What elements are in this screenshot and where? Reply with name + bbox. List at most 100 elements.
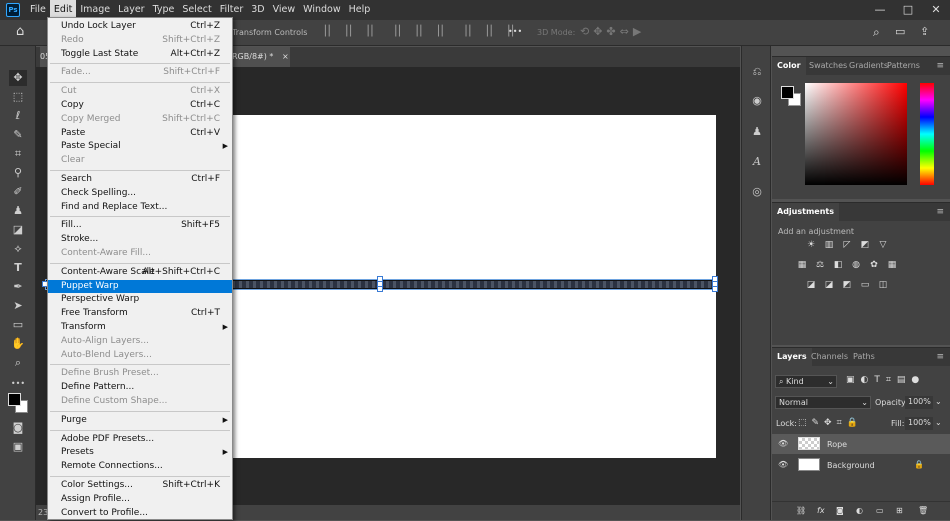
add-mask-icon[interactable]: ◙ (836, 506, 844, 515)
edit-menu-item-presets[interactable]: Presets ▶ (48, 446, 232, 459)
maximize-button[interactable]: □ (894, 0, 922, 20)
adjustment-layer-icon[interactable]: ◐ (856, 506, 863, 515)
foreground-color-swatch[interactable] (8, 393, 21, 406)
quick-mask-icon[interactable]: ◙ (9, 420, 27, 436)
menu-3d[interactable]: 3D (247, 0, 268, 20)
edit-menu-item-undo-lock-layer[interactable]: Undo Lock Layer Ctrl+Z (48, 20, 232, 33)
zoom-tool-icon[interactable]: ⌕ (9, 355, 27, 371)
visibility-eye-icon[interactable]: 👁 (778, 460, 788, 469)
edit-menu-item-fill[interactable]: Fill... Shift+F5 (48, 219, 232, 232)
delete-layer-icon[interactable]: 🗑 (918, 506, 928, 515)
edit-menu-item-copy[interactable]: Copy Ctrl+C (48, 99, 232, 112)
levels-icon[interactable]: ▥ (823, 240, 835, 251)
color-balance-icon[interactable]: ⚖ (814, 260, 826, 271)
layer-name[interactable]: Rope (827, 440, 847, 449)
edit-menu-item-search[interactable]: Search Ctrl+F (48, 173, 232, 186)
transform-handle-right-bottom[interactable] (712, 286, 718, 292)
edit-menu-item-purge[interactable]: Purge ▶ (48, 414, 232, 427)
align-icons[interactable]: ▕▏▕▏▕▏ ▕▏▕▏▕▏ ▕▏▕▏▕▏ (318, 26, 523, 37)
type-tool-icon[interactable]: T (9, 260, 27, 276)
new-group-icon[interactable]: ▭ (876, 506, 884, 515)
new-layer-icon[interactable]: ⊞ (896, 506, 903, 515)
edit-menu-item-check-spelling[interactable]: Check Spelling... (48, 187, 232, 200)
exposure-icon[interactable]: ◩ (859, 240, 871, 251)
edit-menu-item-perspective-warp[interactable]: Perspective Warp (48, 293, 232, 306)
edit-menu-item-transform[interactable]: Transform ▶ (48, 321, 232, 334)
pen-tool-icon[interactable]: ✒ (9, 279, 27, 295)
edit-menu-item-content-aware-scale[interactable]: Content-Aware Scale Alt+Shift+Ctrl+C (48, 266, 232, 279)
color-field[interactable] (805, 83, 907, 185)
edit-menu-item-define-pattern[interactable]: Define Pattern... (48, 381, 232, 394)
tab-channels[interactable]: Channels (806, 348, 853, 366)
close-window-button[interactable]: ✕ (922, 0, 950, 20)
transform-handle-center-bottom[interactable] (377, 286, 383, 292)
edit-menu-item-puppet-warp[interactable]: Puppet Warp (48, 279, 232, 293)
edit-menu-item-paste[interactable]: Paste Ctrl+V (48, 127, 232, 140)
hand-tool-icon[interactable]: ✋ (9, 336, 27, 352)
tab-patterns[interactable]: Patterns (882, 57, 925, 75)
edit-menu-item-paste-special[interactable]: Paste Special ▶ (48, 140, 232, 153)
edit-menu-item-toggle-last-state[interactable]: Toggle Last State Alt+Ctrl+Z (48, 48, 232, 61)
character-panel-icon[interactable]: A (749, 154, 765, 170)
stamp-tool-icon[interactable]: ♟ (9, 203, 27, 219)
more-options-button[interactable]: ••• (508, 27, 522, 36)
edit-menu-item-stroke[interactable]: Stroke... (48, 233, 232, 246)
menu-view[interactable]: View (269, 0, 300, 20)
layer-row[interactable]: 👁 Rope (772, 434, 950, 454)
selective-color-icon[interactable]: ◫ (877, 280, 889, 291)
edit-menu-item-convert-to-profile[interactable]: Convert to Profile... (48, 507, 232, 520)
share-icon[interactable]: ⇪ (920, 25, 929, 38)
workspace-icon[interactable]: ▭ (895, 25, 905, 38)
brush-tool-icon[interactable]: ✐ (9, 184, 27, 200)
fill-chevron-icon[interactable]: ⌄ (935, 418, 942, 427)
minimize-button[interactable]: — (866, 0, 894, 20)
edit-menu-item-color-settings[interactable]: Color Settings... Shift+Ctrl+K (48, 479, 232, 492)
gradient-map-icon[interactable]: ▭ (859, 280, 871, 291)
rectangle-tool-icon[interactable]: ▭ (9, 317, 27, 333)
crop-tool-icon[interactable]: ⌗ (9, 146, 27, 162)
path-select-tool-icon[interactable]: ➤ (9, 298, 27, 314)
edit-menu-item-adobe-pdf-presets[interactable]: Adobe PDF Presets... (48, 433, 232, 446)
color-panel-menu-icon[interactable]: ≡ (936, 61, 944, 71)
photo-filter-icon[interactable]: ◍ (850, 260, 862, 271)
hue-slider[interactable] (920, 83, 934, 185)
color-lookup-icon[interactable]: ▦ (886, 260, 898, 271)
tab-paths[interactable]: Paths (848, 348, 880, 366)
edit-menu-item-assign-profile[interactable]: Assign Profile... (48, 493, 232, 506)
history-panel-icon[interactable]: ⎌ (749, 64, 765, 80)
menu-help[interactable]: Help (345, 0, 375, 20)
clone-source-panel-icon[interactable]: ♟ (749, 124, 765, 140)
tab-color[interactable]: Color (772, 57, 806, 75)
lasso-tool-icon[interactable]: ℓ (9, 108, 27, 124)
navigator-panel-icon[interactable]: ◎ (749, 184, 765, 200)
marquee-tool-icon[interactable]: ⬚ (9, 89, 27, 105)
menu-window[interactable]: Window (299, 0, 344, 20)
layer-lock-icon[interactable]: 🔒 (914, 460, 924, 469)
close-tab-icon[interactable]: × (282, 52, 289, 61)
black-white-icon[interactable]: ◧ (832, 260, 844, 271)
threshold-icon[interactable]: ◩ (841, 280, 853, 291)
visibility-eye-icon[interactable]: 👁 (778, 439, 788, 448)
blend-mode-select[interactable]: Normal ⌄ (775, 396, 871, 409)
invert-icon[interactable]: ◪ (805, 280, 817, 291)
transform-controls-label[interactable]: Transform Controls (232, 28, 307, 37)
opacity-chevron-icon[interactable]: ⌄ (935, 397, 942, 406)
home-icon[interactable]: ⌂ (16, 24, 24, 39)
search-icon[interactable]: ⌕ (873, 25, 880, 40)
screen-mode-icon[interactable]: ▣ (9, 439, 27, 455)
vibrance-icon[interactable]: ▽ (877, 240, 889, 251)
foreground-color-chip[interactable] (781, 86, 794, 99)
adjustments-panel-menu-icon[interactable]: ≡ (936, 207, 944, 217)
curves-icon[interactable]: ◸ (841, 240, 853, 251)
brightness-contrast-icon[interactable]: ☀ (805, 240, 817, 251)
layer-row[interactable]: 👁 Background 🔒 (772, 455, 950, 475)
layer-fx-icon[interactable]: fx (817, 506, 825, 515)
layers-panel-menu-icon[interactable]: ≡ (936, 352, 944, 362)
edit-menu-item-free-transform[interactable]: Free Transform Ctrl+T (48, 307, 232, 320)
lock-icons[interactable]: ⬚✎✥⌗🔒 (798, 418, 863, 428)
more-tools-icon[interactable]: ••• (9, 376, 27, 392)
opacity-field[interactable]: 100% (905, 396, 933, 409)
edit-menu-item-remote-connections[interactable]: Remote Connections... (48, 460, 232, 473)
layer-name[interactable]: Background (827, 461, 875, 470)
move-tool-icon[interactable]: ✥ (9, 70, 27, 86)
